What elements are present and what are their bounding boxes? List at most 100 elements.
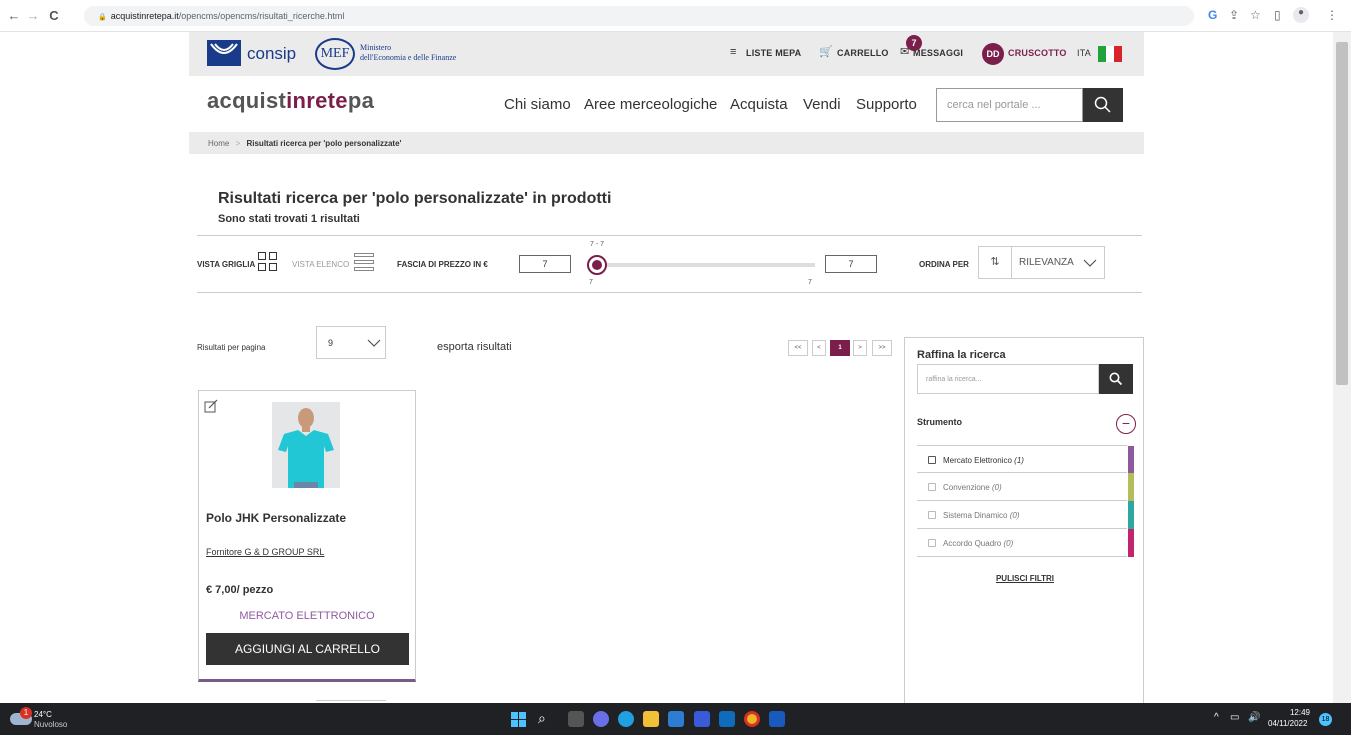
page-first-button[interactable]: <<	[788, 340, 808, 356]
italy-flag-icon	[1098, 46, 1122, 62]
checkbox[interactable]	[928, 539, 936, 547]
taskbar: 1 24°C Nuvoloso ⌕ ^ ▭ 🔊 12:49 04/11/2022…	[0, 703, 1351, 735]
bookmark-star-icon[interactable]: ☆	[1250, 8, 1261, 22]
file-explorer-icon[interactable]	[643, 711, 659, 727]
site-logo[interactable]: acquistinretepa	[207, 88, 374, 114]
price-max-input[interactable]: 7	[825, 255, 877, 273]
product-card[interactable]: Polo JHK Personalizzate Fornitore G & D …	[198, 390, 416, 682]
forward-icon[interactable]: →	[25, 8, 41, 23]
weather-desc: Nuvoloso	[34, 720, 68, 729]
filter-mercato-elettronico[interactable]: Mercato Elettronico (1)	[917, 445, 1134, 474]
list-view-icon[interactable]	[354, 253, 374, 271]
product-image[interactable]	[272, 402, 340, 488]
ministero-line2: dell'Economia e delle Finanze	[360, 53, 457, 62]
checkbox[interactable]	[928, 456, 936, 464]
address-bar[interactable]: 🔒 acquistinretepa.it/opencms/opencms/risu…	[84, 6, 1194, 26]
cruscotto-link[interactable]: CRUSCOTTO	[1008, 48, 1067, 58]
google-icon[interactable]: G	[1208, 8, 1217, 22]
lang-selector[interactable]: ITA	[1077, 48, 1091, 58]
divider	[197, 235, 1142, 236]
sort-order-icon[interactable]: ⇅	[979, 247, 1012, 278]
nav-acquista[interactable]: Acquista	[730, 96, 788, 113]
price-slider-track[interactable]	[596, 263, 815, 267]
messaggi-link[interactable]: MESSAGGI	[913, 48, 963, 58]
clock-date[interactable]: 04/11/2022	[1268, 719, 1307, 728]
supplier-link[interactable]: Fornitore G & D GROUP SRL	[206, 547, 324, 557]
slider-max-tick: 7	[808, 279, 812, 286]
page-next-button[interactable]: >	[853, 340, 867, 356]
notification-badge[interactable]: 18	[1319, 713, 1332, 726]
url-path: /opencms/opencms/risultati_ricerche.html	[178, 11, 345, 21]
collapse-icon[interactable]: −	[1116, 414, 1136, 434]
url-host: acquistinretepa.it	[110, 11, 179, 21]
nav-vendi[interactable]: Vendi	[803, 96, 841, 113]
tray-chevron-icon[interactable]: ^	[1214, 712, 1219, 723]
profile-icon[interactable]: ●	[1293, 7, 1309, 23]
checkbox[interactable]	[928, 511, 936, 519]
share-icon[interactable]: ⇪	[1229, 8, 1239, 22]
filter-search-input[interactable]: raffina la ricerca...	[917, 364, 1099, 394]
edge-icon[interactable]	[618, 711, 634, 727]
volume-icon[interactable]: 🔊	[1248, 712, 1260, 723]
carrello-link[interactable]: CARRELLO	[837, 48, 889, 58]
menu-dots-icon[interactable]: ⋮	[1326, 8, 1338, 22]
filter-search-button[interactable]	[1099, 364, 1133, 394]
liste-mepa-link[interactable]: LISTE MEPA	[746, 48, 801, 58]
sort-select[interactable]: ⇅ RILEVANZA	[978, 246, 1105, 279]
task-view-icon[interactable]	[568, 711, 584, 727]
breadcrumb-home[interactable]: Home	[208, 139, 229, 148]
search-icon[interactable]: ⌕	[538, 710, 546, 727]
page-content: consip MEF Ministero dell'Economia e del…	[0, 32, 1333, 703]
portal-search-input[interactable]: cerca nel portale ...	[936, 88, 1083, 122]
filter-sistema-dinamico[interactable]: Sistema Dinamico (0)	[917, 501, 1134, 529]
filter-title: Raffina la ricerca	[917, 349, 1006, 361]
page-current-button[interactable]: 1	[830, 340, 850, 356]
page-last-button[interactable]: >>	[872, 340, 892, 356]
page-title: Risultati ricerca per 'polo personalizza…	[218, 190, 612, 207]
export-link[interactable]: esporta risultati	[437, 341, 512, 353]
price-slider-handle[interactable]	[587, 255, 607, 275]
chrome-icon[interactable]	[744, 711, 760, 727]
side-panel-icon[interactable]: ▯	[1274, 8, 1281, 22]
vista-elenco-label[interactable]: VISTA ELENCO	[292, 260, 349, 269]
filter-label: Convenzione	[943, 483, 990, 492]
clear-filters-link[interactable]: PULISCI FILTRI	[905, 574, 1145, 583]
nav-chi-siamo[interactable]: Chi siamo	[504, 96, 571, 113]
nav-supporto[interactable]: Supporto	[856, 96, 917, 113]
add-to-cart-button[interactable]: AGGIUNGI AL CARRELLO	[206, 633, 409, 665]
vista-griglia-label[interactable]: VISTA GRIGLIA	[197, 260, 255, 269]
scrollbar-thumb[interactable]	[1336, 42, 1348, 385]
hamburger-icon: ≡	[730, 46, 737, 58]
product-name[interactable]: Polo JHK Personalizzate	[206, 511, 346, 525]
lock-icon: 🔒	[98, 14, 107, 21]
fascia-prezzo-label: FASCIA DI PREZZO IN €	[397, 260, 488, 269]
per-page-select[interactable]: 9	[316, 326, 386, 359]
page-prev-button[interactable]: <	[812, 340, 826, 356]
search-icon	[1109, 372, 1123, 386]
filter-count: (0)	[1009, 511, 1020, 520]
reload-icon[interactable]: C	[46, 8, 62, 23]
filter-accordo-quadro[interactable]: Accordo Quadro (0)	[917, 529, 1134, 557]
word-icon[interactable]	[769, 711, 785, 727]
grid-view-icon[interactable]	[258, 252, 278, 272]
checkbox[interactable]	[928, 483, 936, 491]
filter-label: Accordo Quadro	[943, 539, 1002, 548]
clock-time[interactable]: 12:49	[1282, 708, 1310, 717]
chevron-down-icon	[1083, 259, 1097, 267]
per-page-label: Risultati per pagina	[197, 343, 266, 352]
edit-icon[interactable]	[204, 399, 218, 413]
filter-convenzione[interactable]: Convenzione (0)	[917, 473, 1134, 501]
chat-icon[interactable]	[593, 711, 609, 727]
user-avatar[interactable]: DD	[982, 43, 1004, 65]
nav-aree-merceologiche[interactable]: Aree merceologiche	[584, 96, 717, 113]
search-button[interactable]	[1083, 88, 1123, 122]
network-icon[interactable]: ▭	[1230, 712, 1239, 723]
app-icon[interactable]	[694, 711, 710, 727]
store-icon[interactable]	[668, 711, 684, 727]
windows-start-icon[interactable]	[511, 712, 526, 727]
outlook-icon[interactable]	[719, 711, 735, 727]
price-min-input[interactable]: 7	[519, 255, 571, 273]
ministero-line1: Ministero	[360, 43, 392, 52]
cart-icon: 🛒	[819, 46, 833, 58]
back-icon[interactable]: ←	[6, 8, 22, 23]
